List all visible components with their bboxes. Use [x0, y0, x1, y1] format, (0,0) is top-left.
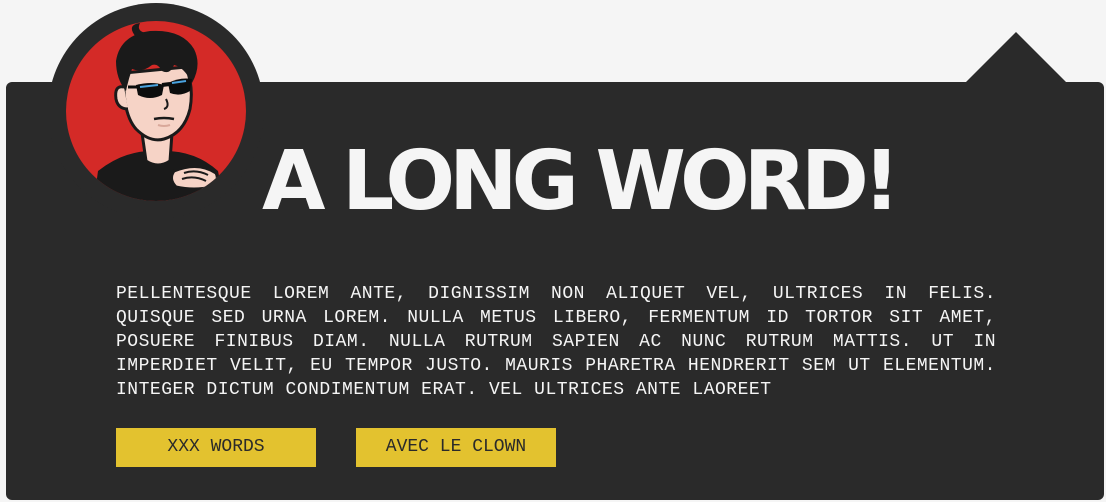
page-title: A LONG WORD!: [262, 134, 900, 229]
card-pointer: [966, 32, 1066, 82]
cartoon-avatar-icon: [66, 21, 246, 201]
body-paragraph: PELLENTESQUE LOREM ANTE, DIGNISSIM NON A…: [116, 284, 996, 400]
word-count-button[interactable]: XXX WORDS: [116, 428, 316, 467]
clown-button[interactable]: AVEC LE CLOWN: [356, 428, 556, 467]
avatar: [66, 21, 246, 201]
